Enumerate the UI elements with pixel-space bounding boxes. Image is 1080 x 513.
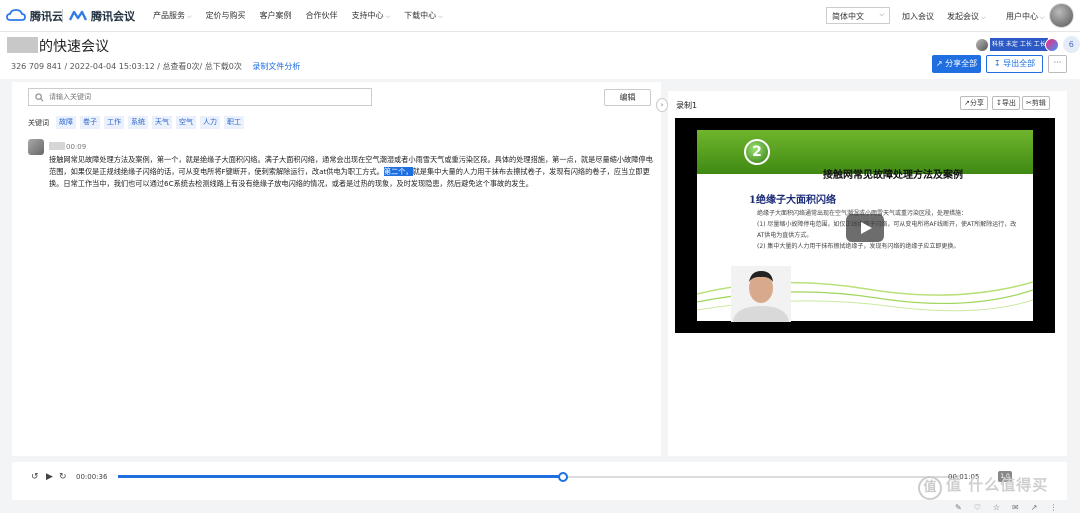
share-icon: ↗ [935, 59, 943, 68]
keyword-tag[interactable]: 系统 [128, 116, 148, 129]
top-navbar: 腾讯云 腾讯会议 产品服务 ⌵ 定价与购买 客户案例 合作伙伴 支持中心 ⌵ 下载中… [0, 0, 1080, 32]
menu-item-support[interactable]: 支持中心 ⌵ [352, 10, 391, 21]
participant-count: 6 [1062, 36, 1080, 53]
main-menu: 产品服务 ⌵ 定价与购买 客户案例 合作伙伴 支持中心 ⌵ 下载中心 ⌵ [153, 10, 457, 21]
slide-body: 绝缘子大面积闪络通常出现在空气潮湿或小雨雪天气或重污染区段，处理措施： (1) … [757, 210, 1017, 250]
keyword-search[interactable] [28, 88, 372, 106]
more-icon[interactable]: ⋮ [1049, 503, 1057, 512]
slide-heading: 1绝缘子大面积闪络 [749, 195, 836, 206]
slide-number: 2 [744, 139, 770, 165]
edit-icon[interactable]: ✎ [955, 503, 962, 512]
rewind-icon[interactable]: ↺ [31, 472, 39, 482]
language-select[interactable]: 简体中文 ⌵ [826, 7, 890, 24]
brand-cloud-text: 腾讯云 [30, 10, 63, 23]
watermark-text: 值 什么值得买 [946, 476, 1049, 494]
forward-icon[interactable]: ↻ [59, 472, 67, 482]
menu-item-partners[interactable]: 合作伙伴 [306, 10, 338, 21]
keyword-tag[interactable]: 人力 [200, 116, 220, 129]
presenter-video [731, 266, 791, 322]
speaker-timestamp[interactable]: 00:09 [66, 143, 86, 151]
redacted-speaker-name [49, 142, 65, 150]
playback-bar [12, 462, 1067, 500]
download-count: 总下载0次 [204, 62, 242, 71]
meeting-meta: 326 709 841 / 2022-04-04 15:03:12 / 总查看0… [11, 62, 301, 71]
current-sentence-highlight: 第二个， [383, 167, 413, 176]
watermark-logo-icon: 值 [918, 476, 942, 500]
brand-meeting-text: 腾讯会议 [91, 10, 135, 23]
chevron-down-icon: ⌵ [1040, 14, 1045, 21]
menu-item-pricing[interactable]: 定价与购买 [206, 10, 246, 21]
like-icon[interactable]: ♡ [974, 503, 981, 512]
user-center-link[interactable]: 用户中心 ⌵ [1006, 11, 1045, 22]
search-input[interactable] [49, 91, 359, 103]
transcript-panel [12, 82, 661, 456]
meeting-datetime: 2022-04-04 15:03:12 [69, 62, 155, 71]
menu-item-download[interactable]: 下载中心 ⌵ [404, 10, 443, 21]
tencent-meeting-logo[interactable]: 腾讯会议 [68, 8, 135, 24]
participants[interactable]: 科技 未定 工长 工长 6 [975, 36, 1080, 53]
chevron-down-icon: ⌵ [187, 13, 192, 20]
participant-avatar [975, 37, 989, 52]
export-all-button[interactable]: ↧ 导出全部 [986, 55, 1043, 73]
collapse-panel-icon[interactable]: › [656, 98, 668, 112]
more-button[interactable]: ··· [1048, 55, 1067, 73]
keyword-tag[interactable]: 空气 [176, 116, 196, 129]
comment-icon[interactable]: ✉ [1012, 503, 1019, 512]
chevron-down-icon: ⌵ [879, 11, 884, 18]
share-icon[interactable]: ↗ [1031, 503, 1038, 512]
keyword-tag[interactable]: 故障 [56, 116, 76, 129]
meeting-id: 326 709 841 [11, 62, 62, 71]
star-icon[interactable]: ☆ [993, 503, 1000, 512]
menu-item-products[interactable]: 产品服务 ⌵ [153, 10, 192, 21]
share-button[interactable]: ↗分享 [960, 96, 988, 110]
chevron-down-icon: ⌵ [438, 13, 443, 20]
edit-button[interactable]: 编辑 [604, 89, 651, 106]
cloud-logo-icon [6, 9, 26, 21]
transcript-text[interactable]: 接触网常见故障处理方法及案例，第一个，就是绝缘子大面积闪络。满子大面积闪络，通常… [49, 154, 657, 190]
play-icon[interactable]: ▶ [46, 472, 53, 482]
progress-fill [118, 475, 563, 478]
meeting-logo-icon [68, 10, 88, 21]
view-count: 总查看0次 [162, 62, 200, 71]
logo-divider [62, 9, 63, 23]
keyword-tag[interactable]: 工作 [104, 116, 124, 129]
menu-item-cases[interactable]: 客户案例 [260, 10, 292, 21]
export-button[interactable]: ↧导出 [992, 96, 1020, 110]
recording-analysis-link[interactable]: 录制文件分析 [252, 62, 300, 71]
speaker-avatar [28, 139, 44, 155]
keywords-label: 关键词 [28, 119, 49, 127]
chevron-down-icon: ⌵ [981, 14, 986, 21]
clip-button[interactable]: ✂剪辑 [1022, 96, 1050, 110]
participant-tags: 科技 未定 工长 工长 [990, 38, 1048, 51]
participant-avatar [1044, 37, 1059, 52]
keyword-tag[interactable]: 天气 [152, 116, 172, 129]
progress-handle[interactable] [558, 472, 568, 482]
download-icon: ↧ [993, 59, 1001, 68]
slide-title: 接触网常见故障处理方法及案例 [823, 170, 963, 181]
join-meeting-link[interactable]: 加入会议 [902, 11, 934, 22]
play-overlay-icon[interactable] [846, 214, 884, 242]
keyword-tag[interactable]: 职工 [224, 116, 244, 129]
tencent-cloud-logo[interactable]: 腾讯云 [6, 8, 63, 24]
bottom-toolbar: ✎ ♡ ☆ ✉ ↗ ⋮ [955, 503, 1057, 512]
recording-title: 录制1 [676, 101, 698, 110]
meeting-title: 的快速会议 [39, 39, 109, 55]
start-meeting-link[interactable]: 发起会议 ⌵ [947, 11, 986, 22]
keyword-tag[interactable]: 卷子 [80, 116, 100, 129]
keyword-list: 故障 卷子 工作 系统 天气 空气 人力 职工 [56, 116, 244, 129]
current-time: 00:00:36 [76, 473, 108, 481]
user-avatar[interactable] [1049, 3, 1074, 28]
share-all-button[interactable]: ↗ 分享全部 [932, 55, 981, 73]
redacted-host-name [7, 37, 38, 53]
search-icon [35, 93, 44, 102]
chevron-down-icon: ⌵ [385, 13, 391, 20]
